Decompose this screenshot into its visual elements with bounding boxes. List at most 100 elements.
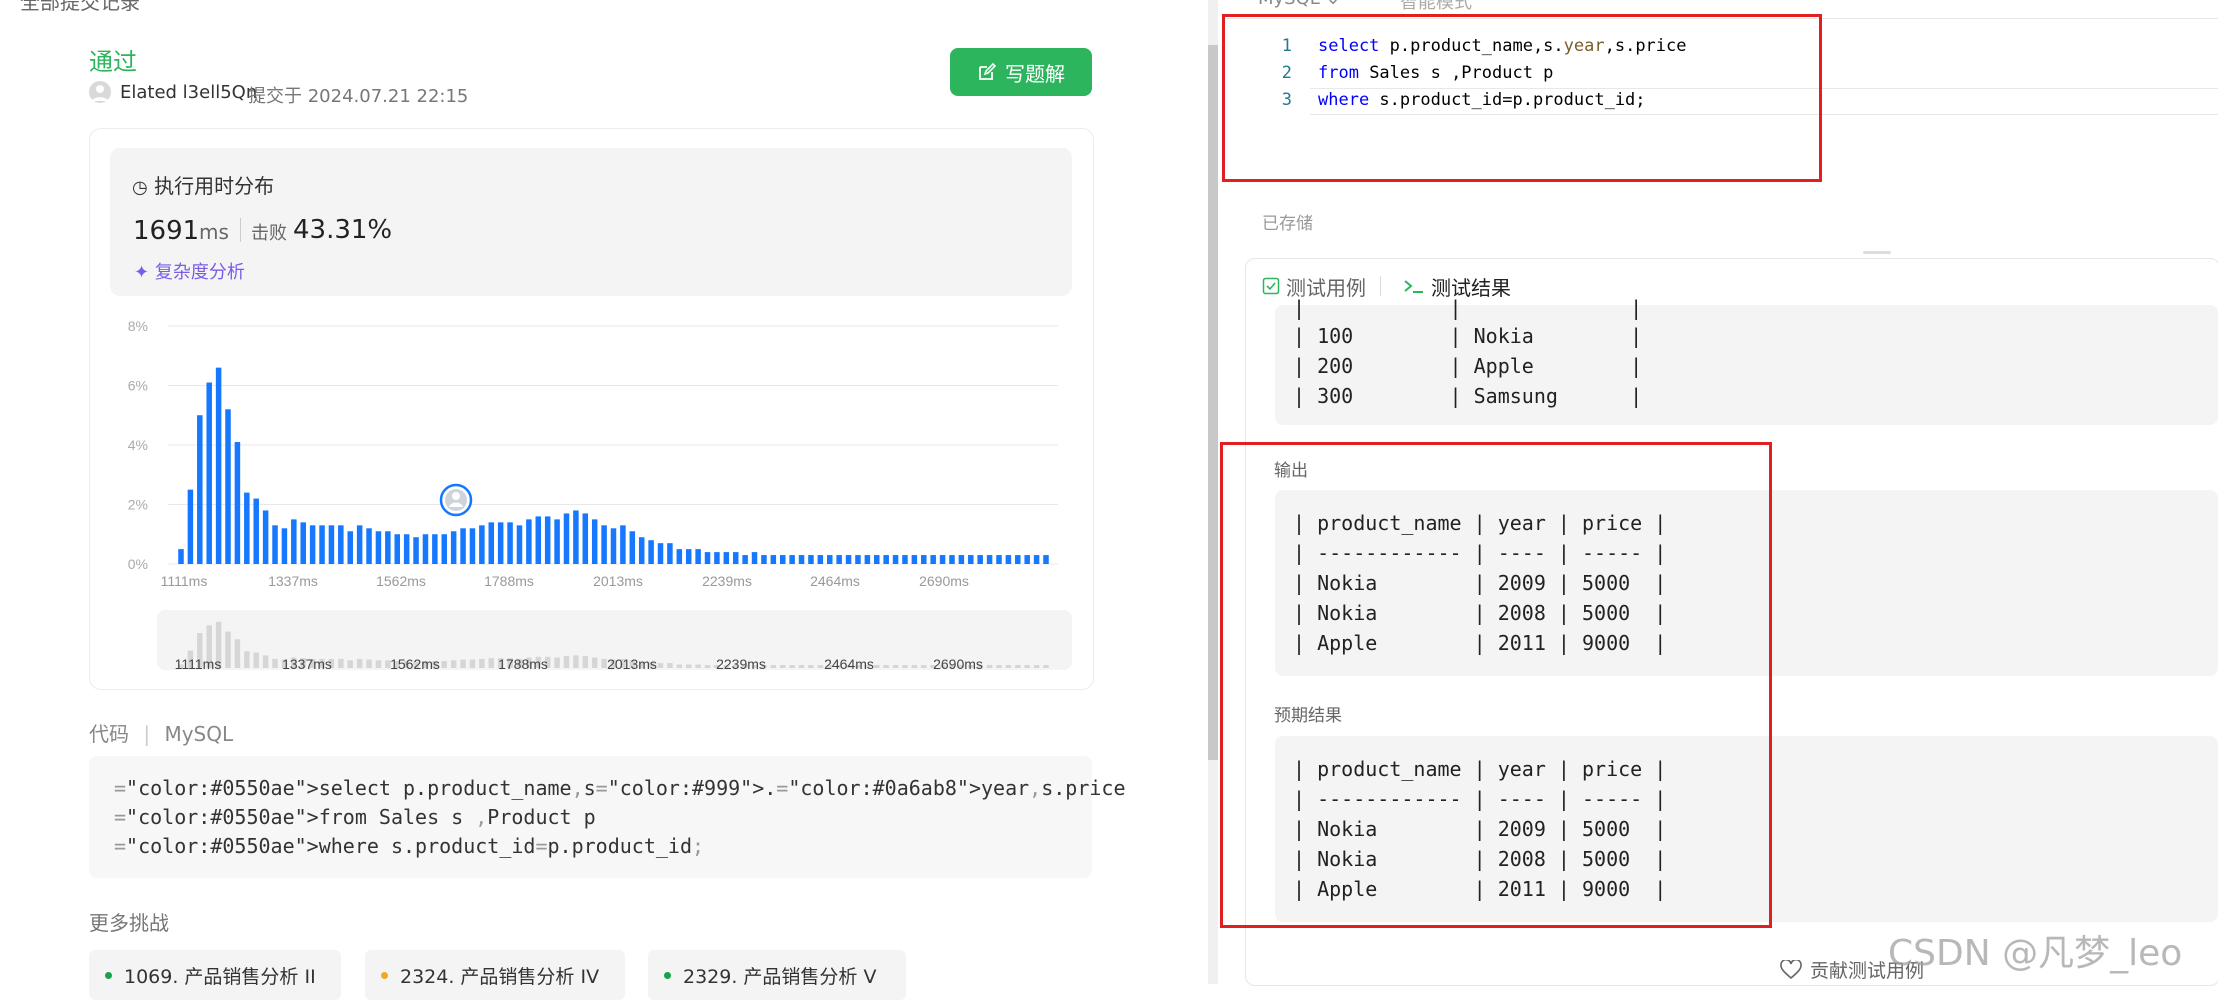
navigator-bar bbox=[695, 664, 701, 668]
chart-bar bbox=[573, 510, 579, 564]
chart-bar bbox=[441, 534, 448, 564]
navigator-tick-label: 2464ms bbox=[824, 656, 874, 672]
chart-bar bbox=[789, 555, 795, 564]
chart-bar bbox=[422, 534, 429, 564]
navigator-bar bbox=[667, 663, 673, 668]
chart-bar bbox=[930, 555, 936, 564]
x-tick-label: 1788ms bbox=[484, 573, 534, 589]
chart-bar bbox=[366, 528, 372, 564]
panel-grip[interactable] bbox=[1863, 251, 1891, 254]
navigator-bar bbox=[225, 631, 231, 668]
chart-bar bbox=[1015, 555, 1021, 564]
chart-bar bbox=[601, 525, 607, 564]
navigator-bar bbox=[1015, 665, 1021, 668]
chart-bar bbox=[535, 516, 542, 564]
write-solution-button[interactable]: 写题解 bbox=[950, 48, 1092, 96]
navigator-bar bbox=[601, 658, 607, 668]
difficulty-dot bbox=[105, 971, 112, 979]
input-table-partial: | | | bbox=[1293, 296, 1643, 320]
chart-bar bbox=[779, 555, 786, 564]
chart-bar bbox=[460, 528, 466, 564]
y-axis-ticks: 0% 2% 4% 6% 8% bbox=[128, 318, 148, 572]
complexity-analysis-link[interactable]: ✦ 复杂度分析 bbox=[134, 258, 245, 284]
chart-bar bbox=[1024, 555, 1030, 564]
code-language: MySQL bbox=[164, 722, 234, 746]
y-tick-label: 0% bbox=[128, 556, 148, 572]
navigator-bar bbox=[554, 657, 560, 668]
navigator-bar bbox=[921, 665, 927, 668]
language-select[interactable]: MySQL ⌄ bbox=[1258, 0, 1341, 9]
my-submission-marker[interactable] bbox=[439, 483, 473, 517]
code-label: 代码 bbox=[89, 722, 129, 746]
chart-bar bbox=[563, 513, 570, 564]
challenge-chip-2329[interactable]: 2329. 产品销售分析 V bbox=[648, 950, 906, 1000]
navigator-bar bbox=[591, 657, 598, 668]
navigator-tick-label: 1788ms bbox=[498, 656, 548, 672]
chart-bar bbox=[732, 552, 739, 564]
chart-bar bbox=[281, 528, 288, 564]
x-tick-label: 1337ms bbox=[268, 573, 318, 589]
chart-bar bbox=[225, 409, 231, 564]
chart-bar bbox=[742, 555, 748, 564]
chart-bar bbox=[1033, 555, 1040, 564]
navigator-tick-label: 2690ms bbox=[933, 656, 983, 672]
navigator-bar bbox=[704, 665, 711, 668]
chart-bar bbox=[526, 519, 532, 564]
highlight-box-editor bbox=[1222, 14, 1822, 182]
y-tick-label: 4% bbox=[128, 437, 148, 453]
runtime-distribution-chart[interactable]: 0% 2% 4% 6% 8% 1111ms 1337ms 1562ms 1788ms 2013m… bbox=[0, 300, 1100, 680]
chart-bar bbox=[197, 415, 203, 564]
navigator-bar bbox=[1043, 665, 1049, 668]
navigator-bar bbox=[676, 664, 683, 668]
chart-bar bbox=[817, 555, 824, 564]
navigator-bar bbox=[902, 665, 908, 668]
navigator-bar bbox=[789, 665, 795, 668]
challenge-chip-2324[interactable]: 2324. 产品销售分析 IV bbox=[365, 950, 625, 1000]
chart-bar bbox=[676, 549, 683, 564]
smart-mode[interactable]: 智能模式 bbox=[1400, 0, 1472, 14]
chart-bar bbox=[714, 552, 720, 564]
navigator-bar bbox=[479, 658, 485, 668]
chart-bar bbox=[309, 525, 316, 564]
chart-bar bbox=[356, 525, 363, 564]
navigator-bar bbox=[347, 660, 353, 668]
chart-bar bbox=[911, 555, 918, 564]
x-tick-label: 2464ms bbox=[810, 573, 860, 589]
navigator-bar bbox=[460, 659, 466, 668]
navigator-tick-label: 1337ms bbox=[282, 656, 332, 672]
chart-bar bbox=[403, 534, 410, 564]
y-tick-label: 2% bbox=[128, 497, 148, 513]
runtime-title-text: 执行用时分布 bbox=[154, 174, 275, 198]
navigator-bar bbox=[817, 665, 824, 668]
beat-percent: 43.31% bbox=[293, 215, 393, 245]
navigator-bar bbox=[488, 658, 495, 668]
chart-bar bbox=[986, 555, 993, 564]
scrollbar-thumb[interactable] bbox=[1208, 45, 1218, 760]
chart-bar bbox=[1043, 555, 1049, 564]
chart-bar bbox=[497, 522, 504, 564]
navigator-bar bbox=[234, 639, 241, 668]
avatar[interactable] bbox=[89, 81, 111, 103]
write-solution-label: 写题解 bbox=[1005, 61, 1065, 86]
navigator-bar bbox=[657, 663, 664, 668]
challenge-chip-1069[interactable]: 1069. 产品销售分析 II bbox=[89, 950, 341, 1000]
navigator-tick-label: 1111ms bbox=[175, 656, 222, 672]
navigator-bar bbox=[272, 658, 278, 668]
chart-bar bbox=[432, 534, 438, 564]
challenge-label: 1069. 产品销售分析 II bbox=[124, 965, 316, 988]
chart-bar bbox=[864, 555, 871, 564]
navigator-bar bbox=[1024, 665, 1030, 668]
navigator-bar bbox=[573, 655, 579, 668]
navigator-bar bbox=[469, 659, 476, 668]
chart-bar bbox=[648, 540, 654, 564]
navigator-tick-label: 2239ms bbox=[716, 656, 766, 672]
chart-bar bbox=[610, 528, 617, 564]
navigator-bar bbox=[911, 665, 918, 668]
submitted-code[interactable]: ="color:#0550ae">select p.product_name,s… bbox=[89, 756, 1126, 878]
chart-bar bbox=[516, 525, 523, 564]
chart-bar bbox=[958, 555, 965, 564]
navigator-bar bbox=[338, 658, 344, 668]
difficulty-dot bbox=[664, 971, 671, 979]
navigator-bar bbox=[582, 656, 589, 668]
submitter-name[interactable]: Elated l3ell5Qn bbox=[120, 82, 257, 103]
